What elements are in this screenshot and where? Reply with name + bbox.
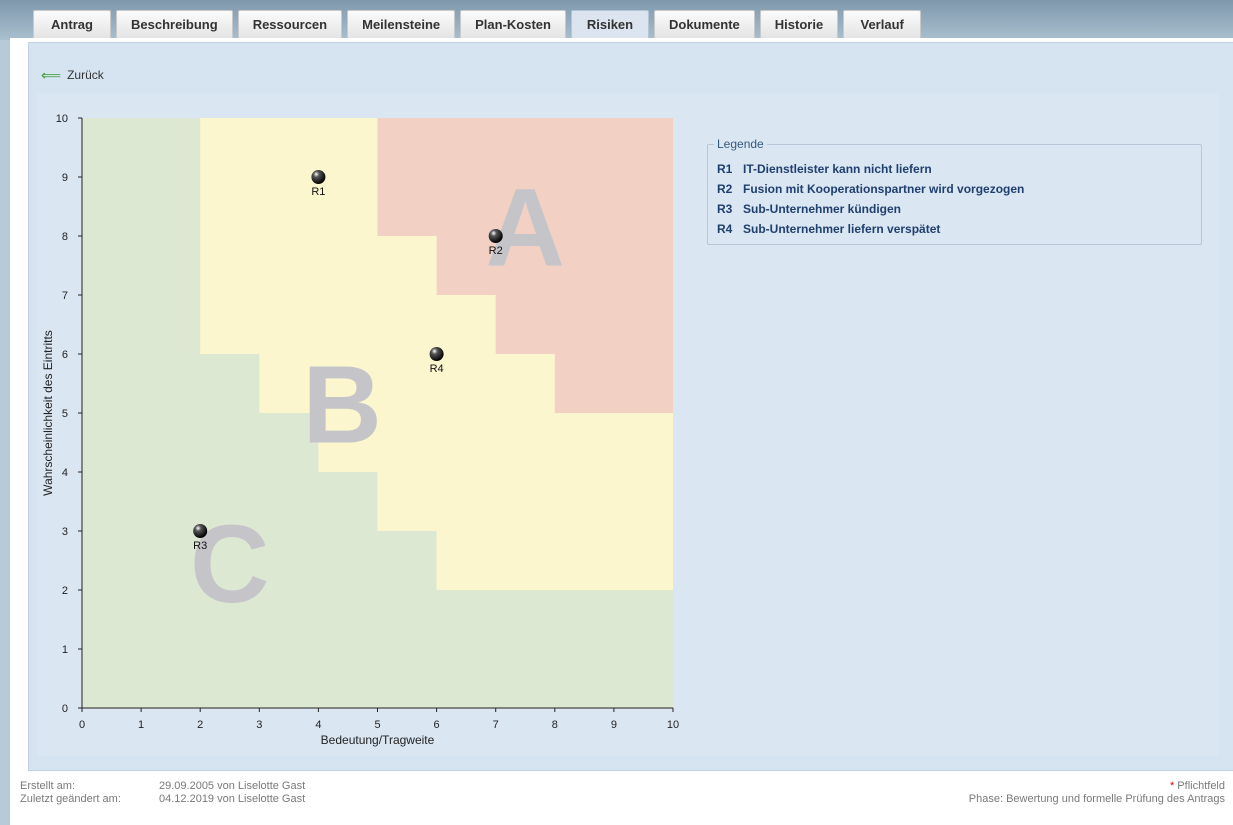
data-label-r1: R1 <box>311 186 325 198</box>
legend-key: R3 <box>717 202 733 216</box>
zone-letter-a: A <box>486 167 565 290</box>
legend-title: Legende <box>714 137 767 151</box>
chart-area: A B C 0 1 2 3 4 5 6 7 8 9 10 0 1 2 3 4 5 6 7 8 9 10 Bedeutung/Tra… <box>37 94 1218 756</box>
modified-value: 04.12.2019 von Liselotte Gast <box>159 793 306 805</box>
tab-verlauf[interactable]: Verlauf <box>843 10 922 38</box>
required-text: Pflichtfeld <box>1174 780 1225 792</box>
x-tick-label: 3 <box>256 719 262 731</box>
legend-text: Sub-Unternehmer liefern verspätet <box>743 222 941 236</box>
x-tick-label: 0 <box>79 719 85 731</box>
modified-label: Zuletzt geändert am: <box>20 793 121 805</box>
y-tick-label: 0 <box>62 703 68 715</box>
tab-meilensteine[interactable]: Meilensteine <box>347 10 456 38</box>
legend-key: R1 <box>717 162 733 176</box>
phase-text: Phase: Bewertung und formelle Prüfung de… <box>968 793 1225 805</box>
back-label: Zurück <box>67 68 104 82</box>
y-tick-label: 7 <box>62 290 68 302</box>
left-strip <box>0 40 10 825</box>
data-point-r3 <box>193 524 208 538</box>
tab-bar: Antrag Beschreibung Ressourcen Meilenste… <box>33 10 922 38</box>
created-label: Erstellt am: <box>20 780 76 792</box>
y-tick-label: 1 <box>62 644 68 656</box>
required-note: * Pflichtfeld <box>1170 780 1225 792</box>
legend-item: R1 IT-Dienstleister kann nicht liefern <box>717 159 1201 179</box>
x-tick-label: 10 <box>667 719 679 731</box>
arrow-left-icon: ⟸ <box>41 67 62 83</box>
back-link[interactable]: ⟸ Zurück <box>41 68 104 82</box>
y-tick-label: 6 <box>62 349 68 361</box>
legend-item: R2 Fusion mit Kooperationspartner wird vo… <box>717 179 1201 199</box>
y-axis-label: Wahrscheinlichkeit des Eintritts <box>41 330 55 496</box>
x-tick-label: 4 <box>315 719 321 731</box>
footer: Erstellt am: 29.09.2005 von Liselotte Ga… <box>20 780 1225 806</box>
y-tick-label: 10 <box>56 113 68 125</box>
y-tick-label: 9 <box>62 172 68 184</box>
x-axis-label: Bedeutung/Tragweite <box>321 733 435 747</box>
x-tick-label: 1 <box>138 719 144 731</box>
tab-antrag[interactable]: Antrag <box>33 10 111 38</box>
created-value: 29.09.2005 von Liselotte Gast <box>159 780 306 792</box>
tab-beschreibung[interactable]: Beschreibung <box>116 10 233 38</box>
tab-risiken[interactable]: Risiken <box>570 10 649 38</box>
legend-item: R3 Sub-Unternehmer kündigen <box>717 199 1201 219</box>
x-tick-label: 9 <box>611 719 617 731</box>
x-tick-label: 2 <box>197 719 203 731</box>
legend-key: R4 <box>717 222 733 236</box>
legend-item: R4 Sub-Unternehmer liefern verspätet <box>717 219 1201 239</box>
main-panel: ⟸ Zurück A B C 0 1 2 3 4 5 6 7 8 9 10 0 1 2 3 4 5 6 7 8 9 10 Bede… <box>10 38 1233 825</box>
data-point-r4 <box>429 347 444 361</box>
risk-matrix-chart: ABC 0 1 2 3 4 5 6 7 8 9 10 0 1 2 3 4 5 6 7 8 9 10 Bedeutung/Tra… <box>41 113 679 747</box>
legend-text: IT-Dienstleister kann nicht liefern <box>743 162 932 176</box>
y-tick-label: 2 <box>62 585 68 597</box>
zone-letter-b: B <box>302 344 381 467</box>
data-point-r2 <box>488 229 503 243</box>
data-label-r2: R2 <box>489 245 503 257</box>
legend-text: Fusion mit Kooperationspartner wird vorg… <box>743 182 1025 196</box>
data-point-r1 <box>311 170 326 184</box>
y-tick-label: 8 <box>62 231 68 243</box>
data-label-r3: R3 <box>193 540 207 552</box>
tab-ressourcen[interactable]: Ressourcen <box>237 10 343 38</box>
tab-plan-kosten[interactable]: Plan-Kosten <box>460 10 566 38</box>
y-tick-label: 3 <box>62 526 68 538</box>
tab-historie[interactable]: Historie <box>759 10 839 38</box>
x-tick-label: 8 <box>552 719 558 731</box>
legend: Legende R1 IT-Dienstleister kann nicht li… <box>707 137 1202 245</box>
legend-text: Sub-Unternehmer kündigen <box>743 202 902 216</box>
x-tick-label: 7 <box>493 719 499 731</box>
y-tick-label: 5 <box>62 408 68 420</box>
y-tick-label: 4 <box>62 467 68 479</box>
x-tick-label: 6 <box>434 719 440 731</box>
data-label-r4: R4 <box>430 363 444 375</box>
legend-key: R2 <box>717 182 733 196</box>
x-tick-label: 5 <box>374 719 380 731</box>
zone-letter-c: C <box>190 503 269 626</box>
tab-dokumente[interactable]: Dokumente <box>653 10 755 38</box>
risk-content: ⟸ Zurück A B C 0 1 2 3 4 5 6 7 8 9 10 0 1 2 3 4 5 6 7 8 9 10 Bede… <box>28 42 1233 771</box>
